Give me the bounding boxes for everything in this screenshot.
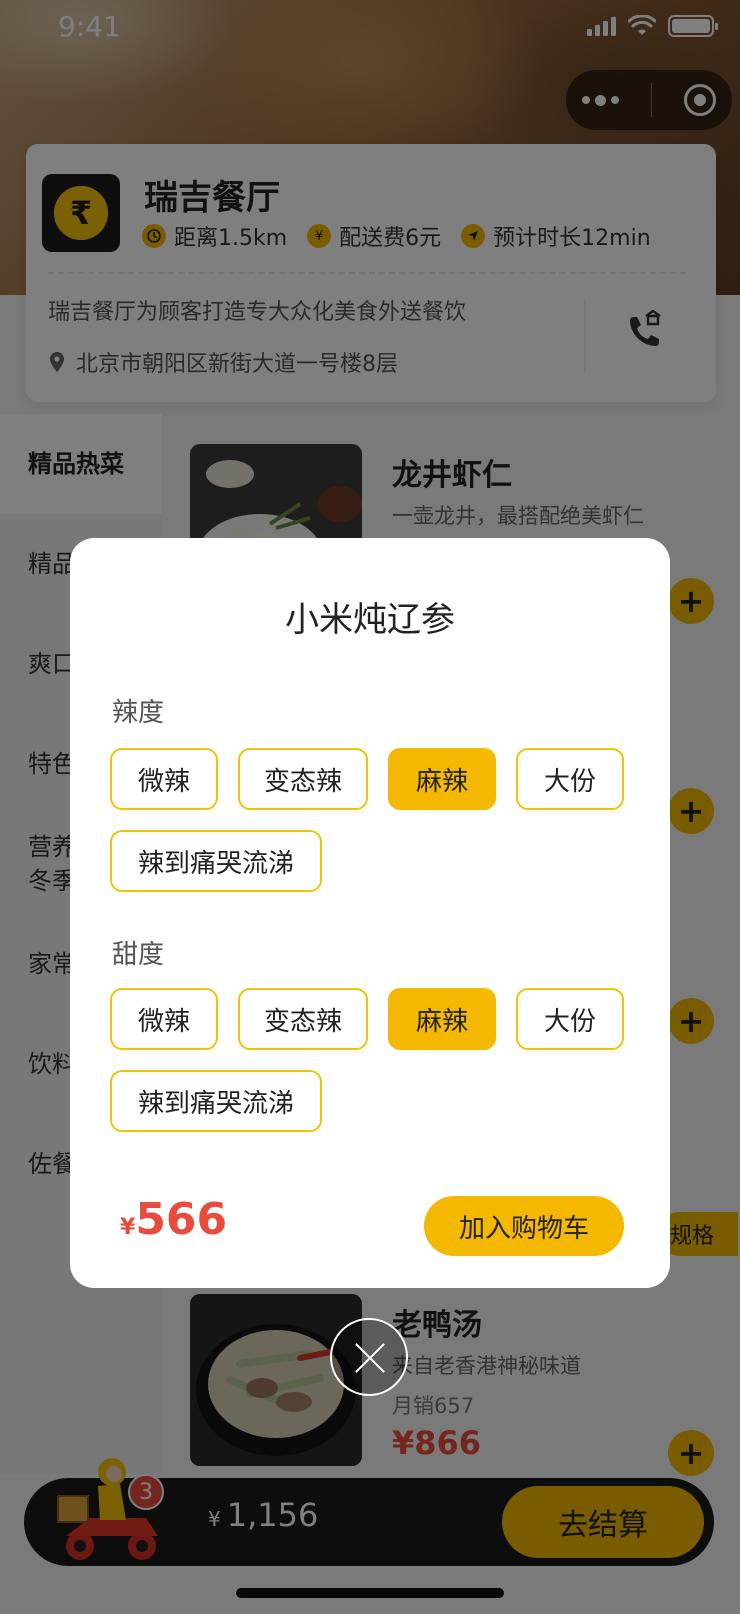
spec-option[interactable]: 微辣	[110, 748, 218, 810]
spec-option[interactable]: 辣到痛哭流涕	[110, 1070, 322, 1132]
close-icon[interactable]	[330, 1318, 408, 1396]
spec-option-selected[interactable]: 麻辣	[388, 988, 496, 1050]
spec-option[interactable]: 变态辣	[238, 748, 368, 810]
spec-option[interactable]: 大份	[516, 988, 624, 1050]
spec-option[interactable]: 辣到痛哭流涕	[110, 830, 322, 892]
price-value: 566	[135, 1194, 228, 1245]
price-currency: ¥	[120, 1215, 136, 1240]
spec-modal: 小米炖辽参 辣度 微辣 变态辣 麻辣 大份 辣到痛哭流涕 甜度 微辣 变态辣 麻…	[70, 538, 670, 1288]
spec-option-selected[interactable]: 麻辣	[388, 748, 496, 810]
spec-group-label: 辣度	[112, 698, 165, 728]
modal-price: ¥566	[120, 1194, 227, 1245]
spec-option[interactable]: 大份	[516, 748, 624, 810]
spec-group-label: 甜度	[112, 940, 165, 970]
add-to-cart-button[interactable]: 加入购物车	[424, 1196, 624, 1256]
modal-title: 小米炖辽参	[285, 600, 455, 640]
spec-option[interactable]: 变态辣	[238, 988, 368, 1050]
spec-option[interactable]: 微辣	[110, 988, 218, 1050]
